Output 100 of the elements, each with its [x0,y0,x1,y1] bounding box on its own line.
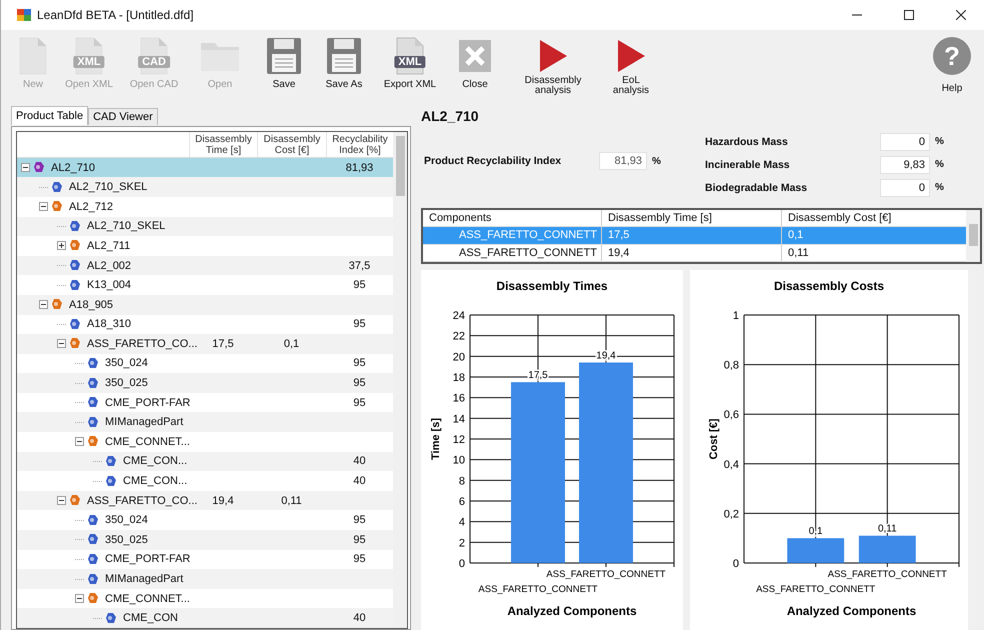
table-cell-text: 37,5 [348,260,372,272]
tree-row[interactable]: 350_025 95 [17,530,393,550]
y-tick-label: 22 [452,330,465,343]
tree-row[interactable]: A18_905 [17,294,393,314]
table-cell-text: 95 [352,279,367,292]
tree-item-label: AL2_710_SKEL [87,220,166,232]
grid-row[interactable]: ASS_FARETTO_CONNETT 19,4 0,11 [423,244,966,262]
y-tick-label: 18 [452,372,465,384]
tree-row[interactable]: MIManagedPart [17,412,393,432]
tree-item-label: ASS_FARETTO_CO... [87,338,198,350]
collapse-icon[interactable] [39,202,48,212]
toolbar-button[interactable]: Close [445,34,505,102]
y-axis-title: Cost [€] [708,418,720,460]
assembly-icon [69,494,81,508]
scrollbar[interactable] [966,210,980,262]
tree-row[interactable]: ASS_FARETTO_CO... 19,4 0,11 [17,490,393,510]
value-field[interactable]: 0 [880,132,930,150]
details-title: AL2_710 [421,108,480,126]
chart-title: Disassembly Costs [774,279,884,293]
assembly-icon [51,298,63,312]
part-icon [69,318,81,331]
tree-row[interactable]: 350_024 95 [17,354,393,374]
tree-row[interactable]: 350_025 95 [17,373,393,393]
table-cell-text: 40 [352,455,367,468]
toolbar-button[interactable]: Disassembly analysis [505,34,601,102]
toolbar-button[interactable]: XML Export XML [375,34,445,102]
tree-row[interactable]: AL2_710_SKEL [17,177,393,197]
y-tick-label: 20 [452,351,465,364]
grid-cell-text: ASS_FARETTO_CONNETT [458,228,598,244]
collapse-icon[interactable] [57,496,66,506]
tree-row[interactable]: AL2_002 37,5 [17,256,393,276]
value-field[interactable]: 9,83 [880,156,930,174]
y-tick-label: 2 [458,537,465,550]
part-icon [87,356,99,370]
y-tick-label: 12 [452,434,465,446]
value-field[interactable]: 0 [880,178,930,196]
tree-item-label: AL2_711 [87,240,130,252]
column-header[interactable]: Disassembly Time [s] [189,132,257,157]
close-icon [458,39,492,73]
tree-item-label: CME_PORT-FAR [105,396,190,409]
column-header[interactable]: Disassembly Time [s] [601,210,781,226]
collapse-icon[interactable] [57,339,66,348]
tree-item-label: AL2_002 [87,260,132,272]
tree-row[interactable]: MIManagedPart [17,569,393,589]
tree-item-label: MIManagedPart [105,416,184,428]
tree-row[interactable]: CME_CON... 40 [17,452,393,472]
toolbar-button[interactable]: Save As [313,34,375,102]
part-icon [87,514,99,527]
tab[interactable]: CAD Viewer [88,108,158,125]
table-cell-text: 95 [352,514,367,526]
close-icon [956,10,966,20]
part-icon [87,396,99,410]
y-tick-label: 0,6 [724,409,739,422]
unit-label: % [652,156,661,166]
part-icon [105,612,117,625]
x-tick-label: ASS_FARETTO_CONNETT [546,569,666,580]
unit-label: % [935,159,944,170]
tree-item-label: A18_310 [87,318,132,330]
y-tick-label: 0,2 [724,508,739,520]
tree-row[interactable]: ASS_FARETTO_CO... 17,5 0,1 [17,334,393,354]
column-header[interactable]: Disassembly Cost [€] [257,132,326,157]
expand-icon[interactable] [57,241,66,250]
collapse-icon[interactable] [21,163,30,172]
x-tick-label: ASS_FARETTO_CONNETT [828,569,947,580]
tree-item-label: 350_024 [105,357,148,370]
collapse-icon[interactable] [39,300,48,310]
scrollbar[interactable] [393,132,407,628]
collapse-icon[interactable] [75,594,84,604]
tree-item-label: CME_CON [123,612,178,624]
document-icon [18,37,48,75]
window-title: LeanDfd BETA - [Untitled.dfd] [37,8,195,22]
assembly-icon [33,161,45,174]
tree-item-label: 350_025 [105,534,148,546]
value-field: 81,93 [599,152,647,170]
bar [787,538,844,563]
field-label: Hazardous Mass [705,136,788,148]
tree-row[interactable]: CME_CON 40 [17,608,393,628]
x-axis-title: Analyzed Components [786,604,916,618]
tab[interactable]: Product Table [11,106,88,125]
toolbar-button[interactable]: Save [255,34,313,102]
part-icon [105,474,117,488]
field-label: Biodegradable Mass [705,182,808,194]
column-header[interactable]: Components [423,210,601,226]
part-icon [87,572,99,586]
x-tick-label: ASS_FARETTO_CONNETT [756,584,876,595]
table-cell-text: 95 [352,553,367,566]
part-icon [87,416,99,429]
collapse-icon[interactable] [75,437,84,446]
toolbar-button[interactable]: ? Help [927,34,977,102]
y-tick-label: 16 [452,392,465,405]
grid-cell: 19,4 [601,244,781,261]
part-icon [69,278,81,292]
tree-row[interactable]: AL2_710_SKEL [17,216,393,236]
maximize-icon [904,10,914,20]
tree-item-label: 350_025 [105,377,148,390]
tree-row[interactable]: AL2_710 81,93 [17,158,393,178]
assembly-icon [87,435,99,448]
help-circle-icon [932,36,972,76]
toolbar-button[interactable]: EoL analysis [601,34,661,102]
part-icon [69,259,81,272]
